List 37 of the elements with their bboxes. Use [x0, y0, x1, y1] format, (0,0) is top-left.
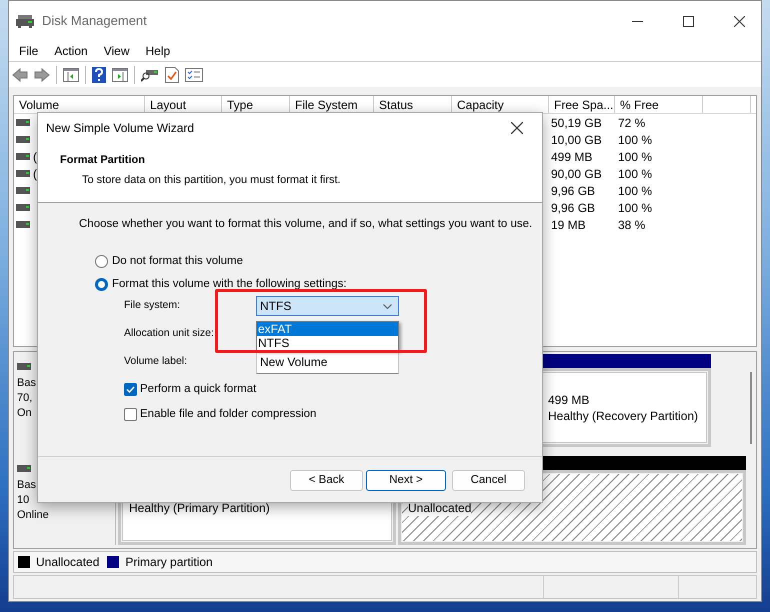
field-label: Volume label:: [124, 354, 188, 370]
table-cell: 100 %: [618, 150, 652, 164]
disk-info-text: 70,: [17, 391, 32, 406]
field-label: File system:: [124, 298, 182, 314]
table-cell: 100 %: [618, 166, 652, 180]
table-cell-text: (: [33, 166, 37, 182]
table-cell: 10,00 GB: [551, 132, 602, 146]
disk-info-text: On: [17, 406, 32, 421]
table-cell: 100 %: [618, 184, 652, 198]
table-cell: 9,96 GB: [551, 184, 596, 198]
table-cell: 72 %: [618, 116, 646, 130]
page-description: To store data on this partition, you must format it first.: [82, 172, 341, 188]
radio-label: Do not format this volume: [112, 255, 244, 268]
checkbox-label: Perform a quick format: [140, 382, 256, 398]
disk-info-text: Bas: [17, 376, 36, 391]
disk-info-text: Bas: [17, 478, 36, 493]
table-cell: 9,96 GB: [551, 200, 596, 214]
partition-size: 499 MB: [548, 392, 590, 408]
disk-info-text: 10: [17, 493, 30, 508]
table-cell: 38 %: [618, 218, 646, 232]
table-cell: 19 MB: [551, 218, 586, 232]
table-cell: 100 %: [618, 132, 652, 146]
table-cell: 50,19 GB: [551, 116, 602, 130]
dialog-title: New Simple Volume Wizard: [46, 120, 194, 137]
checkbox-label: Enable file and folder compression: [140, 406, 316, 422]
table-cell: 100 %: [618, 200, 652, 214]
legend-label: Primary partition: [125, 554, 213, 571]
window-title: Disk Management: [42, 12, 147, 30]
table-cell: 90,00 GB: [551, 166, 602, 180]
field-label: Allocation unit size:: [124, 326, 215, 342]
table-cell-text: (: [33, 148, 37, 166]
instruction-text: Choose whether you want to format this volume, and if so, what settings you want to use.: [79, 217, 532, 232]
radio-label: Format this volume with the following settings:: [112, 278, 347, 292]
legend-label: Unallocated: [36, 554, 100, 571]
page-heading: Format Partition: [60, 153, 145, 168]
disk-info-text: Online: [17, 508, 49, 523]
table-cell: 499 MB: [551, 150, 592, 164]
